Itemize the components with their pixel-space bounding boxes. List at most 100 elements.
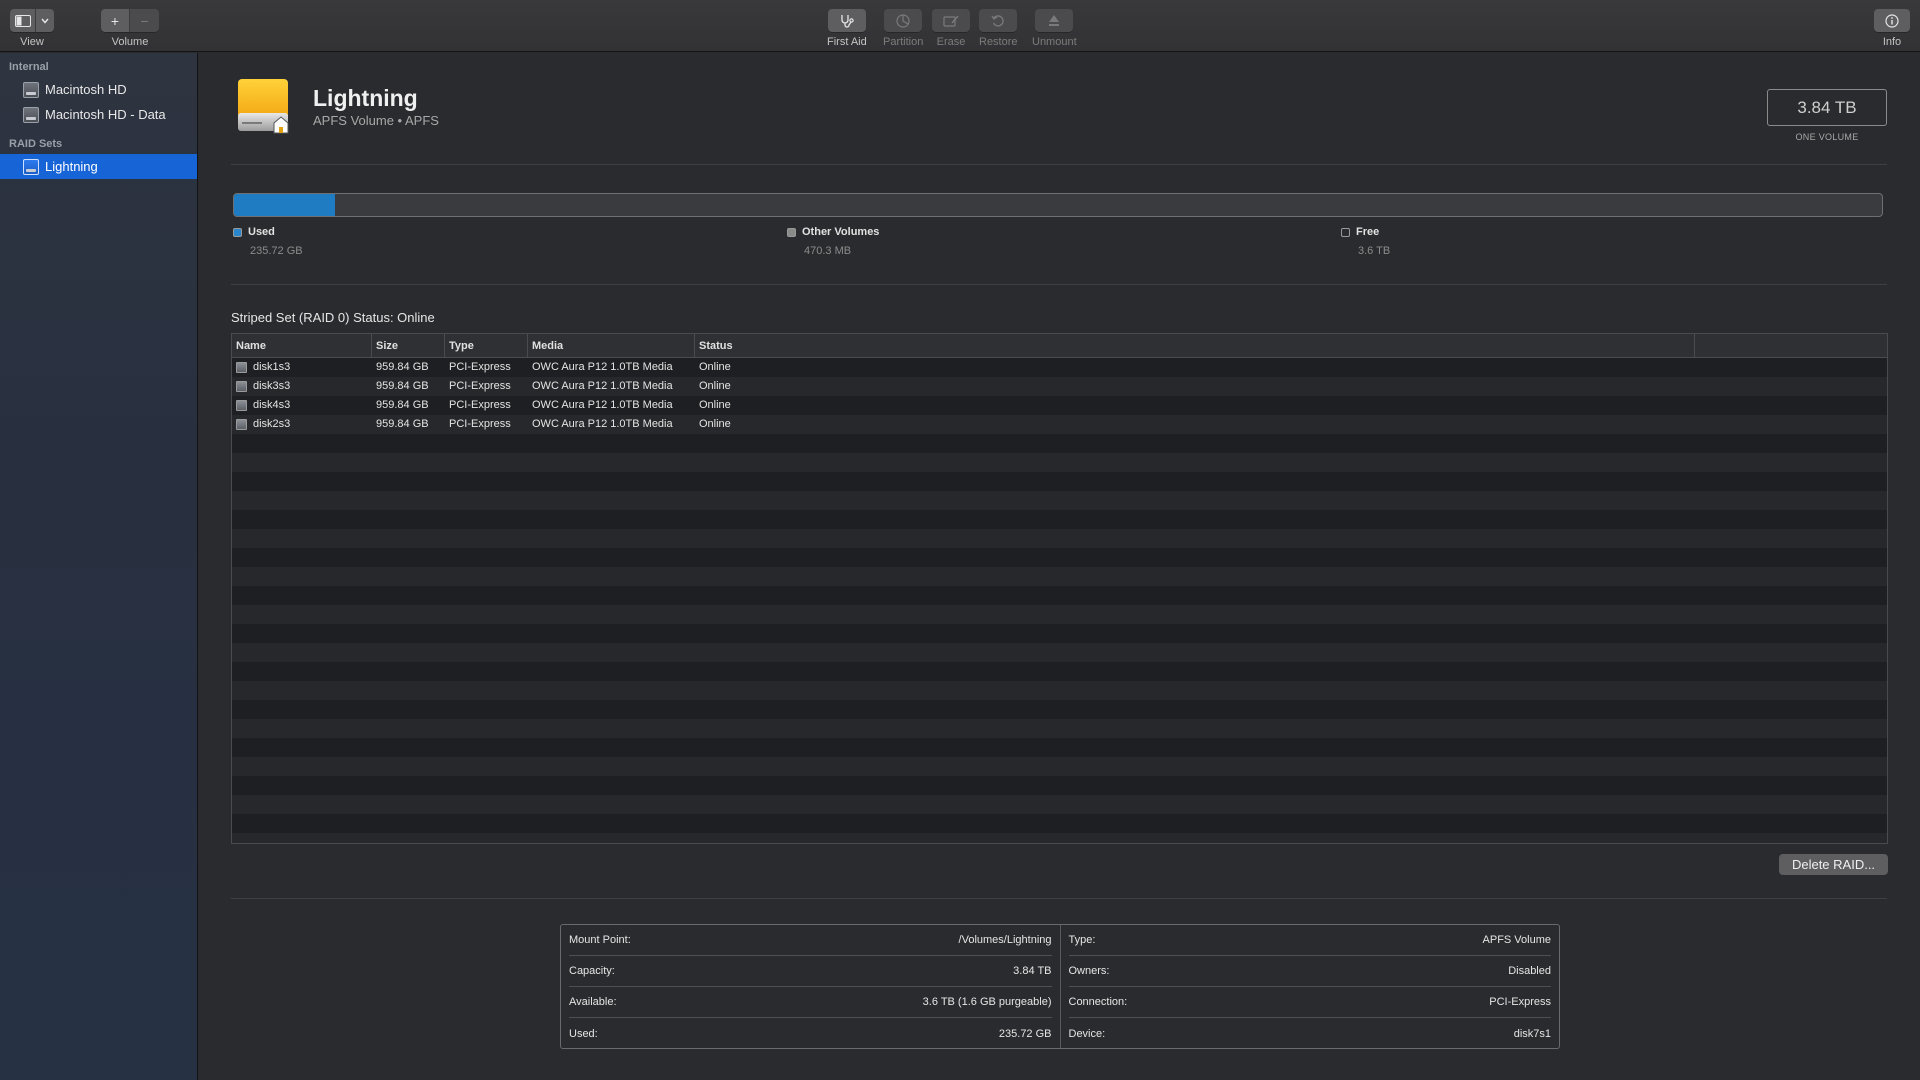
cell-media: OWC Aura P12 1.0TB Media bbox=[532, 380, 673, 392]
raid-members-table: Name Size Type Media Status disk1s3 959.… bbox=[231, 333, 1888, 844]
raid-status-title: Striped Set (RAID 0) Status: Online bbox=[231, 310, 435, 325]
internal-disk-icon bbox=[23, 106, 39, 123]
sidebar-item-macintosh-hd[interactable]: Macintosh HD bbox=[0, 77, 197, 102]
sidebar-item-macintosh-hd-data[interactable]: Macintosh HD - Data bbox=[0, 102, 197, 127]
cell-name: disk1s3 bbox=[253, 361, 291, 373]
cell-status: Online bbox=[699, 361, 731, 373]
info-divider bbox=[231, 898, 1887, 899]
usage-bar-used bbox=[234, 194, 336, 216]
volume-size-caption: ONE VOLUME bbox=[1795, 132, 1859, 142]
legend-free: Free 3.6 TB bbox=[1341, 226, 1390, 257]
delete-raid-button[interactable]: Delete RAID... bbox=[1779, 854, 1888, 875]
view-menu-button[interactable] bbox=[36, 9, 54, 32]
column-header-empty bbox=[1695, 334, 1887, 358]
plus-icon: + bbox=[110, 12, 120, 29]
sidebar-item-label: Lightning bbox=[45, 159, 98, 174]
info-button[interactable] bbox=[1874, 9, 1910, 32]
info-key: Available: bbox=[569, 996, 617, 1008]
legend-swatch-free bbox=[1341, 227, 1350, 237]
table-row[interactable]: disk2s3 959.84 GB PCI-Express OWC Aura P… bbox=[232, 415, 1887, 434]
volume-control: + − Volume bbox=[101, 9, 159, 49]
info-value: Disabled bbox=[1508, 965, 1551, 977]
info-icon bbox=[1885, 13, 1899, 28]
erase-control: Erase bbox=[932, 9, 970, 49]
cell-type: PCI-Express bbox=[449, 399, 511, 411]
restore-control: Restore bbox=[979, 9, 1018, 49]
info-row-capacity: Capacity: 3.84 TB bbox=[569, 956, 1052, 987]
header-divider bbox=[231, 164, 1887, 165]
cell-type: PCI-Express bbox=[449, 380, 511, 392]
view-button[interactable] bbox=[10, 9, 36, 32]
view-segmented bbox=[10, 9, 54, 32]
legend-swatch-used bbox=[233, 227, 242, 237]
info-key: Type: bbox=[1068, 934, 1096, 946]
column-header-media[interactable]: Media bbox=[528, 334, 695, 358]
sidebar: Internal Macintosh HD Macintosh HD - Dat… bbox=[0, 53, 198, 1080]
sidebar-icon bbox=[14, 14, 31, 27]
table-header: Name Size Type Media Status bbox=[232, 334, 1887, 358]
cell-status: Online bbox=[699, 380, 731, 392]
info-column-right: Type: APFS Volume Owners: Disabled Conne… bbox=[1059, 925, 1560, 1049]
info-row-device: Device: disk7s1 bbox=[1069, 1018, 1552, 1049]
erase-label: Erase bbox=[936, 36, 966, 48]
legend-other-volumes: Other Volumes 470.3 MB bbox=[787, 226, 879, 257]
cell-size: 959.84 GB bbox=[376, 380, 429, 392]
legend-value: 235.72 GB bbox=[250, 245, 303, 257]
table-row[interactable]: disk4s3 959.84 GB PCI-Express OWC Aura P… bbox=[232, 396, 1887, 415]
pie-chart-icon bbox=[896, 13, 910, 28]
unmount-button[interactable] bbox=[1035, 9, 1074, 32]
legend-label: Used bbox=[248, 226, 275, 238]
legend-swatch-other bbox=[787, 227, 796, 237]
cell-media: OWC Aura P12 1.0TB Media bbox=[532, 361, 673, 373]
info-row-available: Available: 3.6 TB (1.6 GB purgeable) bbox=[569, 987, 1052, 1018]
cell-type: PCI-Express bbox=[449, 361, 511, 373]
minus-icon: − bbox=[140, 12, 149, 29]
volume-subtitle: APFS Volume • APFS bbox=[313, 113, 439, 128]
info-value: 3.6 TB (1.6 GB purgeable) bbox=[922, 996, 1052, 1008]
sidebar-item-lightning[interactable]: Lightning bbox=[0, 154, 197, 179]
restore-label: Restore bbox=[979, 36, 1018, 48]
info-key: Connection: bbox=[1068, 996, 1128, 1008]
partition-button[interactable] bbox=[884, 9, 923, 32]
disk-icon bbox=[236, 400, 247, 411]
external-drive-icon bbox=[238, 79, 289, 134]
column-header-status[interactable]: Status bbox=[695, 334, 1695, 358]
info-label: Info bbox=[1882, 36, 1902, 48]
column-header-type[interactable]: Type bbox=[445, 334, 528, 358]
cell-name: disk3s3 bbox=[253, 380, 291, 392]
table-row[interactable]: disk3s3 959.84 GB PCI-Express OWC Aura P… bbox=[232, 377, 1887, 396]
legend-label: Other Volumes bbox=[802, 226, 880, 238]
unmount-control: Unmount bbox=[1032, 9, 1077, 49]
first-aid-button[interactable] bbox=[827, 9, 866, 32]
legend-value: 3.6 TB bbox=[1358, 245, 1391, 257]
sidebar-section-internal: Internal bbox=[9, 61, 49, 73]
internal-disk-icon bbox=[23, 81, 39, 98]
first-aid-label: First Aid bbox=[827, 36, 867, 48]
unmount-label: Unmount bbox=[1032, 36, 1077, 48]
restore-button[interactable] bbox=[979, 9, 1018, 32]
erase-button[interactable] bbox=[932, 9, 970, 32]
table-row[interactable]: disk1s3 959.84 GB PCI-Express OWC Aura P… bbox=[232, 358, 1887, 377]
column-header-name[interactable]: Name bbox=[232, 334, 372, 358]
info-value: 3.84 TB bbox=[1013, 965, 1052, 977]
cell-status: Online bbox=[699, 399, 731, 411]
sidebar-section-raid-sets: RAID Sets bbox=[9, 138, 63, 150]
toolbar: View + − Volume First Aid Partition Eras… bbox=[0, 0, 1920, 52]
add-volume-button[interactable]: + bbox=[101, 9, 130, 32]
info-key: Owners: bbox=[1068, 965, 1110, 977]
stethoscope-icon bbox=[841, 14, 854, 28]
table-empty-rows bbox=[232, 434, 1887, 843]
info-value: disk7s1 bbox=[1513, 1027, 1551, 1040]
remove-volume-button[interactable]: − bbox=[130, 9, 159, 32]
legend-value: 470.3 MB bbox=[804, 245, 852, 257]
disk-icon bbox=[236, 381, 247, 392]
info-value: /Volumes/Lightning bbox=[958, 934, 1052, 946]
disk-icon bbox=[236, 362, 247, 373]
info-key: Used: bbox=[569, 1027, 598, 1040]
cell-type: PCI-Express bbox=[449, 418, 511, 430]
disk-icon bbox=[236, 419, 247, 430]
column-header-size[interactable]: Size bbox=[372, 334, 445, 358]
info-value: 235.72 GB bbox=[998, 1027, 1052, 1040]
info-key: Capacity: bbox=[569, 965, 615, 977]
info-row-used: Used: 235.72 GB bbox=[569, 1018, 1052, 1049]
